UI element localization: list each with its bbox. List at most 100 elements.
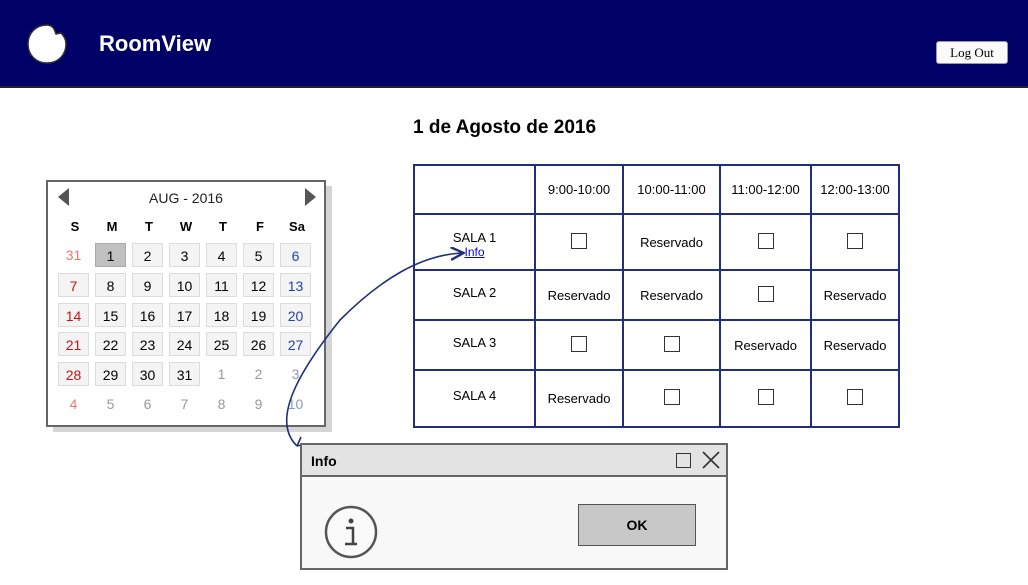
calendar-day[interactable]: 2 <box>132 243 163 267</box>
calendar-day[interactable]: 16 <box>132 303 163 327</box>
slot-checkbox[interactable] <box>663 389 680 405</box>
calendar-day[interactable]: 10 <box>280 392 311 416</box>
calendar-day[interactable]: 23 <box>132 332 163 356</box>
table-row: SALA 4 Reservado <box>413 369 900 428</box>
slot-checkbox[interactable] <box>663 335 680 352</box>
calendar-day[interactable]: 13 <box>280 273 311 297</box>
slot-checkbox[interactable] <box>757 389 774 405</box>
calendar-day[interactable]: 9 <box>132 273 163 297</box>
slot-checkbox[interactable] <box>571 232 587 249</box>
calendar-day[interactable]: 28 <box>58 362 89 386</box>
calendar-day[interactable]: 8 <box>206 392 237 416</box>
slot-checkbox[interactable] <box>847 389 863 405</box>
room-cell: SALA 1 Info <box>413 213 536 271</box>
calendar-weekday: F <box>256 219 264 234</box>
slot-checkbox[interactable] <box>847 232 863 249</box>
ok-button[interactable]: OK <box>578 504 696 546</box>
slot-cell <box>622 319 721 371</box>
room-schedule-table: 9:00-10:00 10:00-11:00 11:00-12:00 12:00-13… <box>413 164 900 428</box>
calendar-day[interactable]: 6 <box>132 392 163 416</box>
logo-icon <box>27 24 67 64</box>
room-cell: SALA 2 <box>413 269 536 321</box>
reserved-label: Reservado <box>640 234 703 250</box>
table-header-row: 9:00-10:00 10:00-11:00 11:00-12:00 12:00-13… <box>413 164 900 215</box>
calendar-day[interactable]: 25 <box>206 332 237 356</box>
calendar-day[interactable]: 24 <box>169 332 200 356</box>
calendar-day[interactable]: 27 <box>280 332 311 356</box>
calendar-day[interactable]: 9 <box>243 392 274 416</box>
calendar-day[interactable]: 15 <box>95 303 126 327</box>
reserved-slot: Reservado <box>810 269 900 321</box>
calendar-day[interactable]: 17 <box>169 303 200 327</box>
slot-cell <box>810 369 900 428</box>
calendar-day[interactable]: 4 <box>206 243 237 267</box>
room-name: SALA 2 <box>452 284 497 300</box>
slot-cell <box>719 269 812 321</box>
reserved-label: Reservado <box>823 287 887 303</box>
slot-cell <box>622 369 721 428</box>
calendar-day[interactable]: 10 <box>169 273 200 297</box>
slot-checkbox[interactable] <box>571 335 587 352</box>
slot-cell <box>719 213 812 271</box>
slot-cell <box>719 369 812 428</box>
time-slot-header: 11:00-12:00 <box>719 164 812 215</box>
calendar-day[interactable]: 26 <box>243 332 274 356</box>
calendar-weekday: T <box>145 219 153 234</box>
reserved-label: Reservado <box>823 337 887 353</box>
calendar-day[interactable]: 8 <box>95 273 126 297</box>
time-slot-header: 9:00-10:00 <box>534 164 624 215</box>
reserved-slot: Reservado <box>534 269 624 321</box>
slot-checkbox[interactable] <box>757 232 774 249</box>
calendar-day[interactable]: 12 <box>243 273 274 297</box>
slot-checkbox[interactable] <box>757 285 774 302</box>
calendar-day[interactable]: 5 <box>95 392 126 416</box>
calendar-day[interactable]: 21 <box>58 332 89 356</box>
calendar-day[interactable]: 18 <box>206 303 237 327</box>
calendar-weekday: T <box>219 219 227 234</box>
close-icon[interactable] <box>702 451 720 469</box>
calendar-day[interactable]: 2 <box>243 362 274 386</box>
reserved-slot: Reservado <box>534 369 624 428</box>
calendar-day[interactable]: 19 <box>243 303 274 327</box>
calendar-weekday: M <box>106 219 118 234</box>
table-row: SALA 1 Info Reservado <box>413 213 900 271</box>
calendar-day[interactable]: 14 <box>58 303 89 327</box>
calendar-day[interactable]: 11 <box>206 273 237 297</box>
reserved-label: Reservado <box>640 287 703 303</box>
app-title: RoomView <box>99 31 212 56</box>
table-corner-cell <box>413 164 536 215</box>
calendar-day[interactable]: 30 <box>132 362 163 386</box>
time-slot-header: 10:00-11:00 <box>622 164 721 215</box>
calendar: AUG - 2016 S M T W T F Sa 31 1 2 3 4 5 6 7 8 9 10 11 12 13 14… <box>46 180 326 427</box>
room-name: SALA 3 <box>452 334 497 350</box>
calendar-day[interactable]: 1 <box>206 362 237 386</box>
reserved-slot: Reservado <box>719 319 812 371</box>
slot-cell <box>534 213 624 271</box>
calendar-day[interactable]: 3 <box>169 243 200 267</box>
info-icon <box>324 505 378 559</box>
logout-button[interactable]: Log Out <box>936 41 1008 64</box>
calendar-day[interactable]: 31 <box>58 243 89 267</box>
calendar-day[interactable]: 31 <box>169 362 200 386</box>
calendar-day[interactable]: 6 <box>280 243 311 267</box>
calendar-day[interactable]: 5 <box>243 243 274 267</box>
calendar-day[interactable]: 20 <box>280 303 311 327</box>
info-link[interactable]: Info <box>415 245 534 259</box>
app-header: RoomView Log Out <box>0 0 1028 88</box>
calendar-day[interactable]: 7 <box>169 392 200 416</box>
reserved-label: Reservado <box>547 287 611 303</box>
reserved-slot: Reservado <box>622 213 721 271</box>
calendar-day[interactable]: 29 <box>95 362 126 386</box>
table-row: SALA 2 Reservado Reservado Reservado <box>413 269 900 321</box>
calendar-day[interactable]: 1 <box>95 243 126 267</box>
calendar-weekday: W <box>179 219 193 234</box>
dialog-titlebar: Info <box>302 445 726 477</box>
calendar-day[interactable]: 22 <box>95 332 126 356</box>
calendar-day[interactable]: 7 <box>58 273 89 297</box>
calendar-day[interactable]: 3 <box>280 362 311 386</box>
room-name: SALA 4 <box>452 388 497 403</box>
calendar-day[interactable]: 4 <box>58 392 89 416</box>
dialog-title: Info <box>311 453 337 469</box>
next-month-icon[interactable] <box>305 188 316 206</box>
maximize-icon[interactable] <box>676 453 691 468</box>
